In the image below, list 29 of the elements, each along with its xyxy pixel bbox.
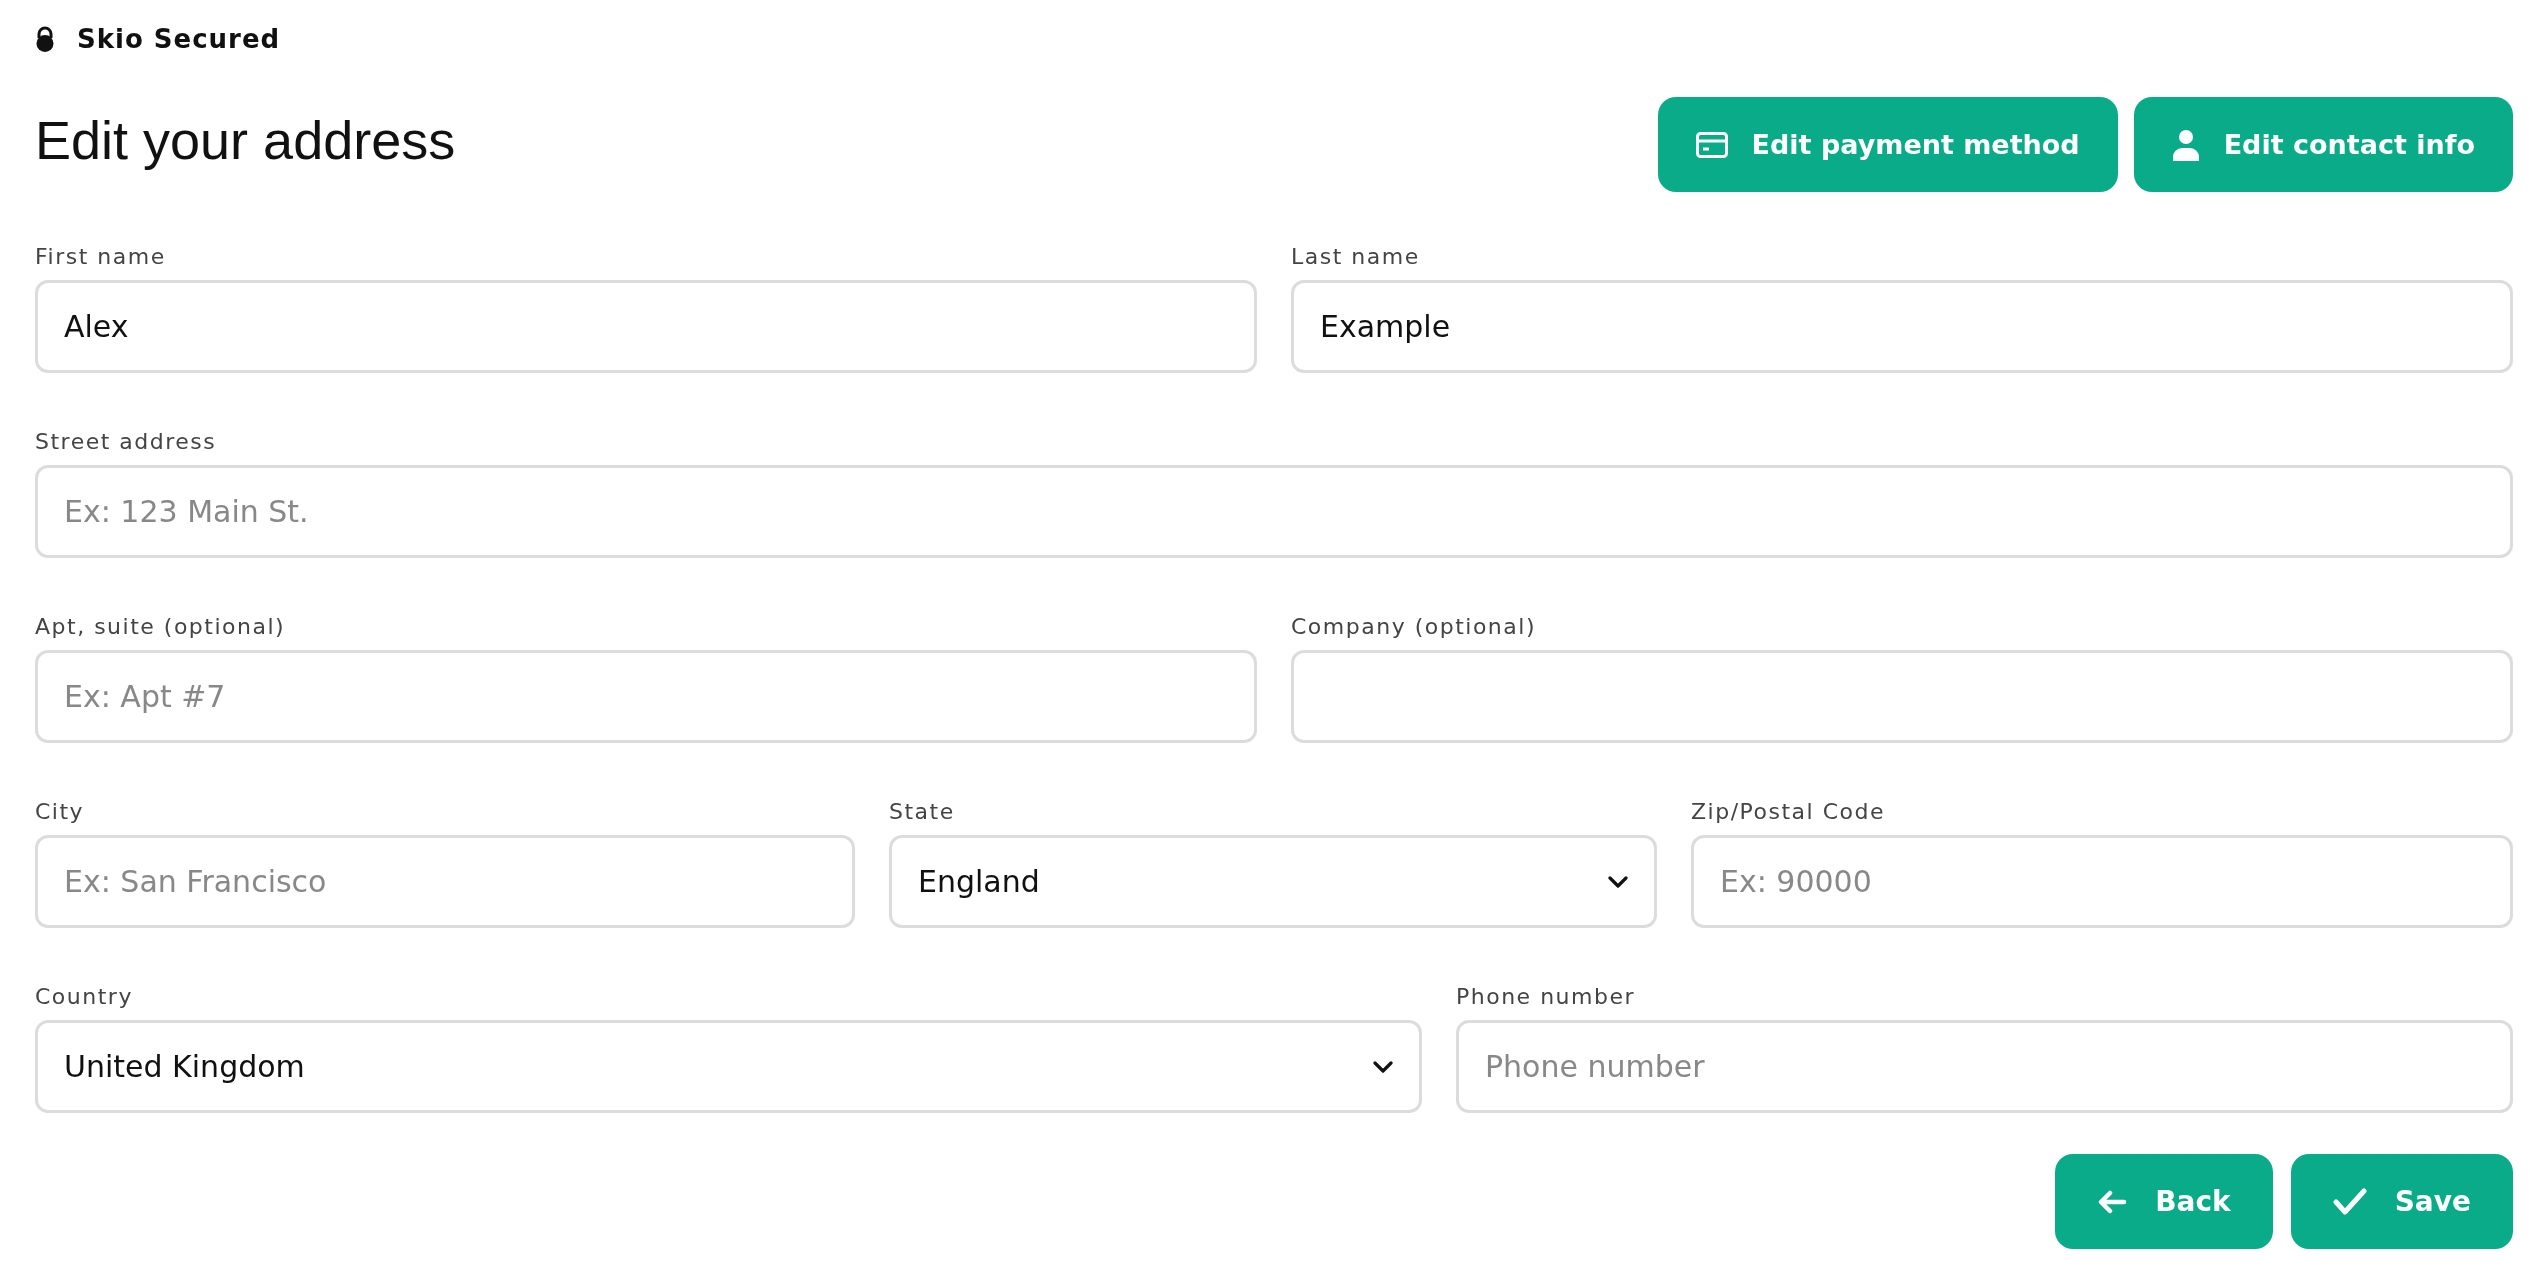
field-label: Phone number	[1456, 983, 1636, 1011]
input-field[interactable]: Ex: 123 Main St.	[35, 465, 2513, 558]
person-icon	[2171, 128, 2200, 161]
input-field[interactable]: Ex: San Francisco	[35, 835, 855, 928]
field-label: Zip/Postal Code	[1691, 798, 1886, 826]
field-label: First name	[35, 243, 167, 271]
arrow-left-icon	[2097, 1189, 2128, 1214]
field-label: Company (optional)	[1291, 613, 1537, 641]
input-field[interactable]	[1291, 650, 2513, 743]
field-label: State	[889, 798, 956, 826]
dropdown-field[interactable]: United Kingdom	[35, 1020, 1422, 1113]
credit-card-icon	[1695, 131, 1728, 158]
input-field[interactable]: Phone number	[1456, 1020, 2513, 1113]
input-field[interactable]: Ex: 90000	[1691, 835, 2513, 928]
input-field[interactable]: Alex	[35, 280, 1257, 373]
chevron-down-icon	[1373, 1060, 1393, 1073]
field-label: City	[35, 798, 86, 826]
page-title: Edit your address	[35, 109, 456, 171]
lock-icon	[35, 26, 55, 52]
field-label: Street address	[35, 428, 218, 456]
field-label: Last name	[1291, 243, 1421, 271]
input-field[interactable]: Example	[1291, 280, 2513, 373]
field-label: Country	[35, 983, 134, 1011]
dropdown-field[interactable]: England	[889, 835, 1657, 928]
chevron-down-icon	[1608, 875, 1628, 888]
brand-name: Skio Secured	[77, 24, 281, 54]
input-field[interactable]: Ex: Apt #7	[35, 650, 1257, 743]
field-label: Apt, suite (optional)	[35, 613, 287, 641]
checkmark-icon	[2332, 1187, 2367, 1216]
